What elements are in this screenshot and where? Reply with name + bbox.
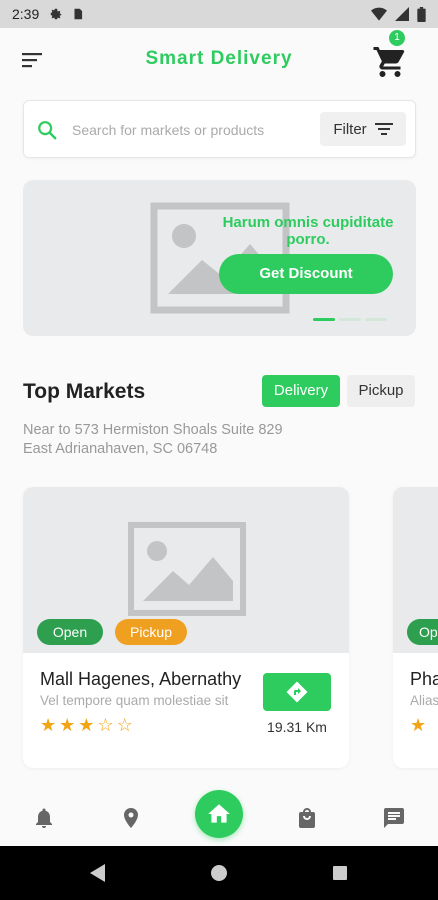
sd-card-icon [74, 8, 83, 20]
wifi-icon [371, 7, 387, 21]
pickup-badge: Pickup [115, 619, 187, 645]
market-card[interactable]: Op Pha Alias ★ [393, 487, 438, 768]
home-button[interactable] [195, 790, 243, 838]
carousel-dot[interactable] [365, 318, 387, 321]
carousel-dot[interactable] [313, 318, 335, 321]
bell-icon[interactable] [32, 806, 56, 830]
market-name: Pha [410, 669, 438, 689]
star-filled-icon: ★ [410, 715, 427, 735]
market-description: Alias [410, 693, 438, 708]
status-badge: Op [407, 619, 438, 645]
address-line-2: East Adrianahaven, SC 06748 [23, 441, 218, 457]
signal-icon [395, 7, 409, 21]
market-description: Vel tempore quam molestiae sit [40, 693, 229, 708]
shopping-cart-icon[interactable] [372, 44, 408, 80]
address-line-1: Near to 573 Hermiston Shoals Suite 829 [23, 422, 283, 438]
star-filled-icon: ★ [59, 715, 76, 735]
get-discount-button[interactable]: Get Discount [219, 254, 393, 294]
carousel-indicator [313, 318, 387, 321]
market-image: Op [393, 487, 438, 653]
rating-stars: ★ ★ ★ ☆ ☆ [40, 715, 133, 736]
market-address: Near to 573 Hermiston Shoals Suite 829 E… [23, 421, 283, 459]
image-placeholder-icon [128, 522, 246, 616]
market-distance: 19.31 Km [267, 719, 327, 735]
market-image: Open Pickup [23, 487, 349, 653]
search-bar: Filter [23, 100, 416, 158]
market-card[interactable]: Open Pickup Mall Hagenes, Abernathy Vel … [23, 487, 349, 768]
status-bar: 2:39 [0, 0, 438, 28]
recent-apps-icon[interactable] [333, 866, 347, 880]
promo-banner[interactable]: Harum omnis cupiditate porro. Get Discou… [23, 180, 416, 336]
system-home-icon[interactable] [211, 865, 227, 881]
search-icon [38, 121, 57, 140]
bottom-navigation [0, 786, 438, 846]
status-time: 2:39 [12, 6, 40, 22]
back-icon[interactable] [90, 864, 106, 882]
status-badge: Open [37, 619, 103, 645]
settings-gear-icon [51, 8, 62, 20]
cart-count-badge: 1 [389, 30, 405, 46]
chat-icon[interactable] [382, 806, 406, 830]
app-bar: Smart Delivery [0, 28, 438, 90]
star-outline-icon: ☆ [116, 715, 133, 735]
system-navigation-bar [0, 846, 438, 900]
carousel-dot[interactable] [339, 318, 361, 321]
filter-button[interactable]: Filter [320, 112, 406, 146]
tab-pickup[interactable]: Pickup [347, 375, 415, 407]
home-icon [208, 804, 230, 823]
section-title: Top Markets [23, 380, 146, 403]
shopping-bag-icon[interactable] [295, 806, 319, 830]
market-name: Mall Hagenes, Abernathy [40, 669, 242, 689]
banner-text: Harum omnis cupiditate porro. [222, 214, 394, 248]
directions-button[interactable] [263, 673, 331, 711]
star-filled-icon: ★ [78, 715, 95, 735]
directions-icon [286, 681, 308, 703]
filter-label: Filter [333, 120, 367, 138]
search-input[interactable] [72, 117, 312, 143]
tab-delivery[interactable]: Delivery [262, 375, 340, 407]
star-filled-icon: ★ [40, 715, 57, 735]
location-pin-icon[interactable] [119, 806, 143, 830]
battery-icon [417, 6, 426, 22]
star-outline-icon: ☆ [97, 715, 114, 735]
filter-lines-icon [374, 123, 393, 135]
